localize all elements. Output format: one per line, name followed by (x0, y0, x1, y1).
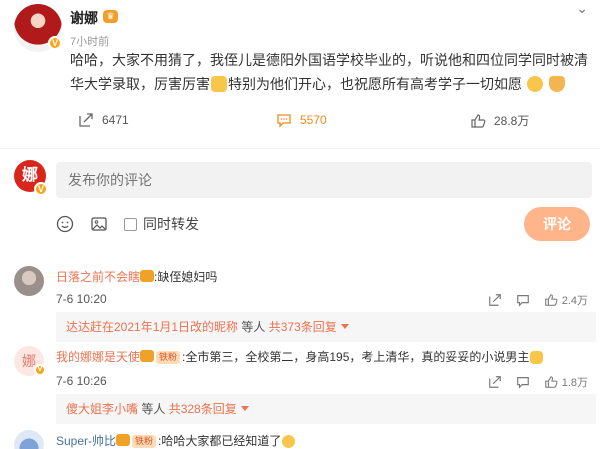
verified-badge-icon: V (48, 36, 62, 50)
reply-mid-text: 等人 (238, 320, 269, 334)
verified-badge-icon: V (34, 364, 46, 376)
reply-mid-text: 等人 (138, 402, 169, 416)
comment-icon (277, 114, 291, 128)
vip-crown-icon (140, 350, 155, 362)
image-upload-icon[interactable] (90, 215, 108, 233)
vip-crown-icon: ♛ (103, 10, 118, 23)
smile-emoji-icon (526, 76, 543, 92)
comment-actions: 1.8万 (488, 374, 588, 390)
expand-caret-icon[interactable] (340, 324, 349, 329)
share-icon[interactable] (488, 293, 502, 307)
comment-time: 7-6 10:20 (56, 292, 107, 306)
comment-line: Super-帅比 铁粉:哈哈大家都已经知道了 (56, 432, 296, 449)
reply-summary[interactable]: 傻大姐李小嘴 等人 共328条回复 (56, 394, 596, 424)
more-chevron-icon[interactable]: ⌄ (576, 0, 588, 17)
thumbs-up-icon (544, 294, 558, 306)
reply-count[interactable]: 共328条回复 (169, 402, 237, 416)
commenter-avatar[interactable] (14, 430, 44, 449)
reply-icon[interactable] (516, 375, 530, 389)
post-text-part-2: 特别为他们开心，也祝愿所有高考学子一切如愿 (228, 76, 522, 92)
commenter-name[interactable]: 日落之前不会瞎 (56, 270, 140, 284)
comment-like-button[interactable]: 2.4万 (544, 292, 588, 308)
thumbs-up-icon (544, 376, 558, 388)
comment-line: 日落之前不会瞎 :缺侄媳妇吗 (56, 268, 217, 285)
comment-item: Super-帅比 铁粉:哈哈大家都已经知道了 (0, 422, 600, 449)
expand-caret-icon[interactable] (240, 406, 249, 411)
comment-button[interactable]: 5570 (276, 112, 327, 128)
comment-like-count: 1.8万 (561, 377, 588, 389)
comment-text: :哈哈大家都已经知道了 (158, 434, 282, 448)
comment-like-button[interactable]: 1.8万 (544, 374, 588, 390)
repost-button[interactable]: 6471 (78, 112, 129, 128)
composer-tools: 同时转发 (56, 212, 199, 236)
laugh-emoji-icon (282, 435, 296, 448)
thumbs-up-emoji-icon (211, 76, 227, 92)
comment-line: 我的娜娜是天使 铁粉:全市第三，全校第二，身高195，考上清华，真的妥妥的小说男主 (56, 348, 544, 365)
post-content: 哈哈，大家不用猜了，我侄儿是德阳外国语学校毕业的，听说他和四位同学同时被清华大学… (70, 48, 590, 96)
post-time[interactable]: 7小时前 (70, 33, 109, 49)
comment-count: 5570 (300, 113, 327, 127)
comment-time: 7-6 10:26 (56, 374, 107, 388)
comment-list: 日落之前不会瞎 :缺侄媳妇吗 7-6 10:20 2.4万 达达赶在2021年1月… (0, 258, 600, 449)
emoji-picker-icon[interactable] (56, 215, 74, 233)
comment-item: 娜 V 我的娜娜是天使 铁粉:全市第三，全校第二，身高195，考上清华，真的妥妥的… (0, 338, 600, 424)
thumbs-up-icon (471, 113, 486, 128)
like-count: 28.8万 (494, 114, 530, 128)
commenter-avatar[interactable] (14, 266, 44, 296)
thumbs-up-emoji-icon (530, 351, 544, 364)
comment-text: :全市第三，全校第二，身高195，考上清华，真的妥妥的小说男主 (182, 350, 530, 364)
share-icon[interactable] (488, 375, 502, 389)
repost-checkbox[interactable] (124, 218, 137, 231)
commenter-name[interactable]: 我的娜娜是天使 (56, 350, 140, 364)
post-actions: 6471 5570 28.8万 (0, 110, 600, 134)
repost-toggle-label: 同时转发 (143, 216, 199, 232)
comment-text: :缺侄媳妇吗 (154, 270, 218, 284)
vip-crown-icon (140, 270, 155, 282)
comment-input[interactable] (56, 162, 592, 198)
my-verified-badge-icon: V (34, 182, 48, 196)
reply-count[interactable]: 共373条回复 (269, 320, 337, 334)
comment-item: 日落之前不会瞎 :缺侄媳妇吗 7-6 10:20 2.4万 达达赶在2021年1月… (0, 258, 600, 342)
replier-name[interactable]: 达达赶在2021年1月1日改的昵称 (66, 320, 238, 334)
repost-toggle[interactable]: 同时转发 (124, 214, 199, 234)
repost-icon (79, 113, 93, 127)
vip-crown-icon (116, 434, 131, 446)
reply-icon[interactable] (516, 293, 530, 307)
fan-badge: 铁粉 (132, 435, 157, 448)
fan-badge: 铁粉 (156, 351, 181, 364)
submit-comment-button[interactable]: 评论 (524, 207, 590, 241)
like-button[interactable]: 28.8万 (470, 112, 529, 129)
replier-name[interactable]: 傻大姐李小嘴 (66, 402, 138, 416)
repost-count: 6471 (102, 113, 129, 127)
victory-emoji-icon (548, 76, 565, 92)
comment-like-count: 2.4万 (561, 295, 588, 307)
author-name[interactable]: 谢娜 (70, 8, 98, 28)
divider (0, 148, 600, 149)
commenter-name[interactable]: Super-帅比 (56, 434, 116, 448)
comment-actions: 2.4万 (488, 292, 588, 308)
